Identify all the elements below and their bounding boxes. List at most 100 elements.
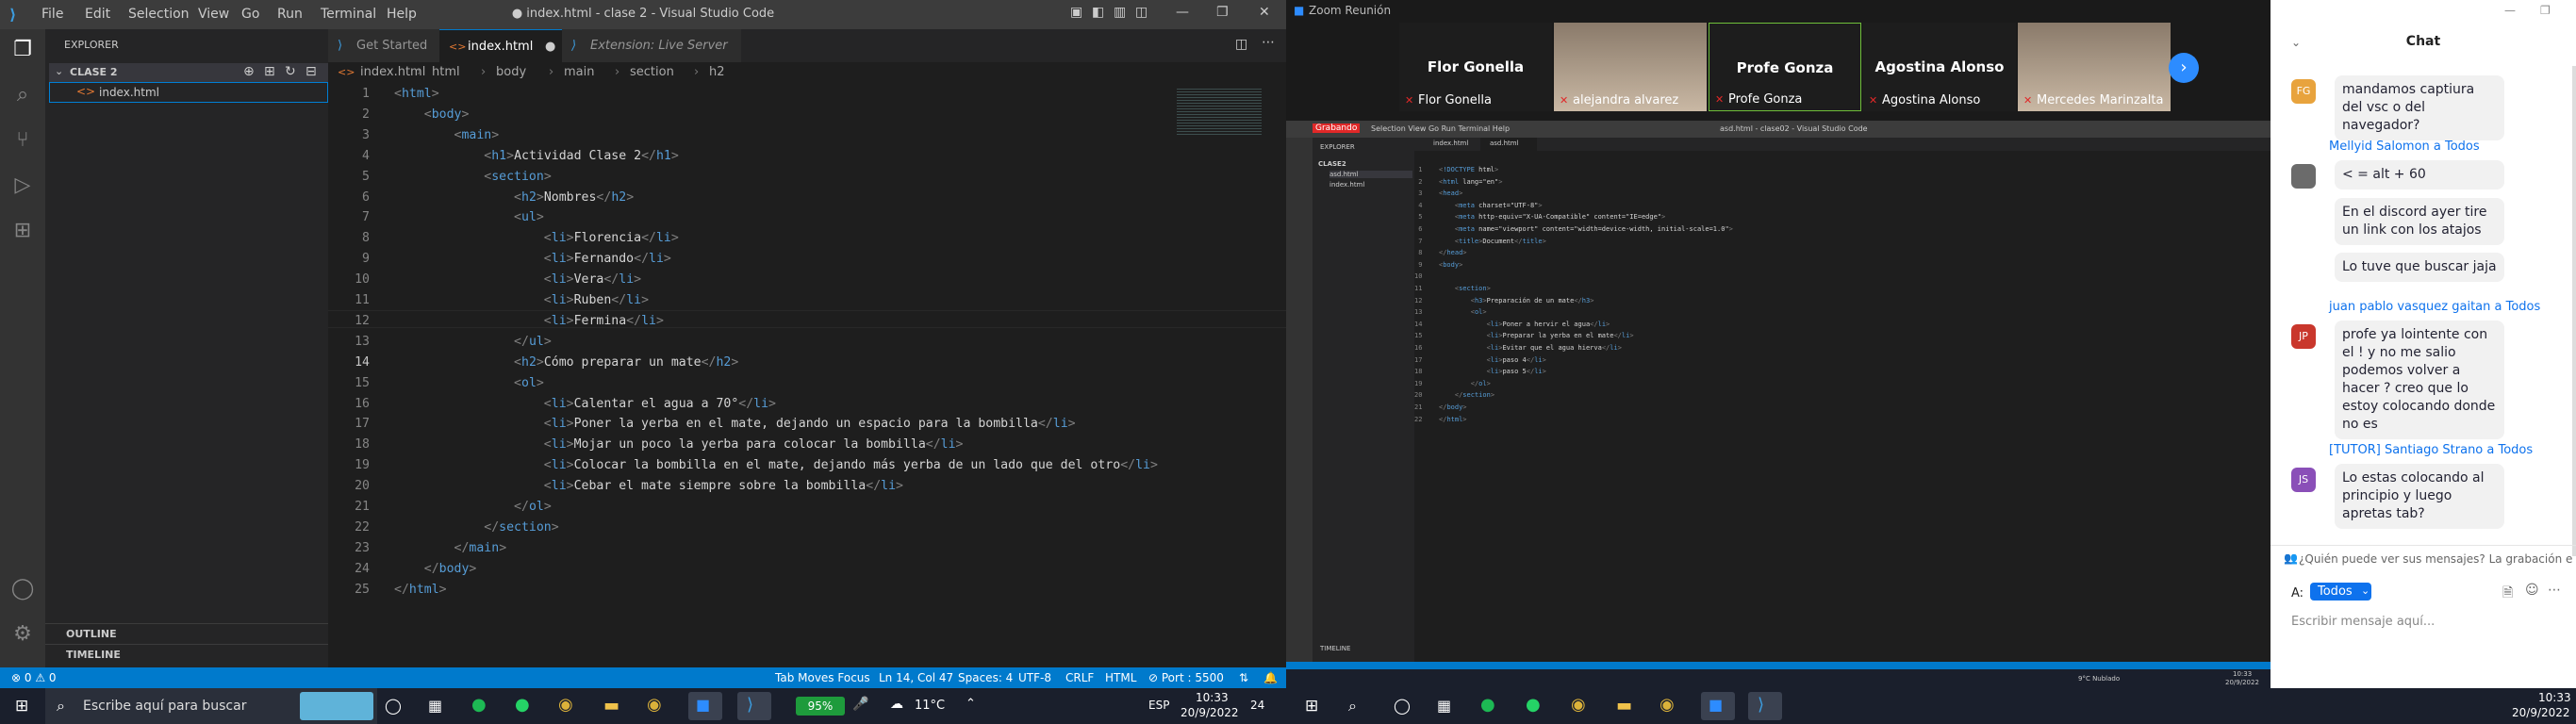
- settings-gear-icon[interactable]: ⚙: [9, 621, 36, 648]
- more-options-icon[interactable]: ⋯: [2548, 583, 2561, 598]
- battery-indicator[interactable]: 95%: [796, 697, 845, 716]
- language-indicator[interactable]: ESP: [1148, 699, 1169, 712]
- emoji-icon[interactable]: ☺: [2525, 583, 2539, 598]
- task-view-icon[interactable]: ◯: [1394, 697, 1411, 715]
- code-line[interactable]: <li>Cebar el mate siempre sobre la bombi…: [394, 479, 903, 493]
- search-icon[interactable]: ⌕: [1348, 697, 1357, 716]
- code-line[interactable]: <li>Vera</li>: [394, 272, 641, 287]
- code-line[interactable]: <h2>Nombres</h2>: [394, 190, 634, 205]
- code-line[interactable]: </section>: [394, 520, 558, 535]
- chrome-icon[interactable]: ◉: [1571, 695, 1586, 715]
- file-explorer-icon[interactable]: ▬: [603, 696, 619, 716]
- layout-icon[interactable]: ▣: [1070, 5, 1082, 20]
- chat-message[interactable]: mandamos captiura del vsc o del navegado…: [2335, 75, 2504, 140]
- taskbar-search[interactable]: ⌕ Escribe aquí para buscar: [45, 688, 377, 724]
- participant-tile[interactable]: ✕ Mercedes Marinzalta: [2018, 23, 2171, 111]
- source-control-icon[interactable]: ⑂: [9, 127, 36, 154]
- file-share-icon[interactable]: 🗎: [2502, 583, 2513, 605]
- outline-section[interactable]: OUTLINE: [45, 623, 328, 644]
- split-editor-icon[interactable]: ◫: [1235, 37, 1247, 52]
- code-line[interactable]: </ul>: [394, 335, 552, 349]
- layout-icon-4[interactable]: ◫: [1135, 5, 1148, 20]
- vscode-taskbar-button[interactable]: [737, 692, 771, 720]
- feedback-icon[interactable]: ⇅: [1239, 667, 1248, 688]
- new-folder-icon[interactable]: ⊞: [264, 64, 275, 79]
- code-line[interactable]: <section>: [394, 170, 551, 184]
- clock-time[interactable]: 10:33: [2538, 691, 2571, 704]
- close-icon[interactable]: ✕: [1259, 5, 1270, 20]
- code-line[interactable]: <main>: [394, 128, 500, 142]
- layout-icon-2[interactable]: ◧: [1092, 5, 1104, 20]
- search-icon[interactable]: ⌕: [9, 82, 36, 108]
- code-line[interactable]: <li>Poner la yerba en el mate, dejando u…: [394, 417, 1076, 431]
- code-line[interactable]: <li>Fermina</li>: [394, 314, 664, 328]
- whatsapp-icon[interactable]: ●: [1526, 695, 1541, 715]
- new-file-icon[interactable]: ⊕: [243, 64, 255, 79]
- chat-message[interactable]: profe ya lointente con el ! y no me sali…: [2335, 321, 2504, 439]
- spotify-icon[interactable]: ●: [1480, 695, 1495, 715]
- account-icon[interactable]: ◯: [9, 576, 36, 602]
- encoding[interactable]: UTF-8: [1018, 667, 1051, 688]
- clock-date[interactable]: 20/9/2022: [1181, 706, 1239, 719]
- eol[interactable]: CRLF: [1065, 667, 1094, 688]
- code-line[interactable]: <ol>: [394, 376, 544, 390]
- language-mode[interactable]: HTML: [1105, 667, 1136, 688]
- code-line[interactable]: <h2>Cómo preparar un mate</h2>: [394, 355, 738, 370]
- tab-get-started[interactable]: ⟩ Get Started: [328, 29, 439, 62]
- participant-tile[interactable]: Profe Gonza ✕ Profe Gonza: [1709, 23, 1861, 111]
- participant-tile[interactable]: Agostina Alonso ✕ Agostina Alonso: [1863, 23, 2016, 111]
- chrome-icon[interactable]: ◉: [558, 695, 573, 715]
- restore-icon[interactable]: ❐: [2540, 4, 2551, 17]
- weather-temp[interactable]: 11°C: [915, 699, 945, 713]
- chat-message[interactable]: En el discord ayer tire un link con los …: [2335, 198, 2504, 245]
- code-line[interactable]: <li>Colocar la bombilla en el mate, deja…: [394, 458, 1158, 472]
- recording-indicator[interactable]: Grabando: [1313, 123, 1361, 133]
- notification-count[interactable]: 24: [1250, 699, 1264, 712]
- cursor-position[interactable]: Ln 14, Col 47: [879, 667, 953, 688]
- breadcrumb-section[interactable]: section: [630, 62, 674, 83]
- code-line[interactable]: <li>Florencia</li>: [394, 231, 679, 245]
- timeline-section[interactable]: TIMELINE: [45, 644, 328, 665]
- file-item[interactable]: <> index.html: [49, 82, 328, 103]
- minimize-icon[interactable]: —: [1176, 5, 1189, 20]
- code-line[interactable]: <li>Calentar el agua a 70°</li>: [394, 397, 776, 411]
- whatsapp-icon[interactable]: ●: [515, 695, 530, 715]
- code-line[interactable]: </ol>: [394, 500, 552, 514]
- tab-index-html[interactable]: <> index.html ●: [439, 29, 562, 62]
- clock-time[interactable]: 10:33: [1196, 691, 1229, 704]
- more-actions-icon[interactable]: ⋯: [1262, 35, 1275, 50]
- windows-start-icon[interactable]: ⊞: [15, 697, 28, 716]
- clock-date[interactable]: 20/9/2022: [2512, 706, 2570, 719]
- chat-message[interactable]: Lo tuve que buscar jaja: [2335, 253, 2504, 282]
- explorer-icon[interactable]: ❐: [9, 37, 36, 63]
- widgets-icon[interactable]: ▦: [428, 697, 442, 715]
- collapse-icon[interactable]: ⊟: [305, 64, 317, 79]
- task-view-icon[interactable]: ◯: [385, 697, 402, 715]
- chat-input[interactable]: Escribir mensaje aquí...: [2291, 615, 2435, 629]
- unsaved-dot-icon[interactable]: ●: [545, 30, 555, 63]
- folder-header[interactable]: ⌄ CLASE 2 ⊕ ⊞ ↻ ⊟: [49, 63, 328, 82]
- code-line[interactable]: </main>: [394, 541, 507, 555]
- code-editor[interactable]: 1 <html> 2 <body> 3 <main> 4 <h1>Actividad C…: [328, 83, 1286, 667]
- restore-icon[interactable]: ❐: [1216, 5, 1229, 20]
- minimize-icon[interactable]: —: [2504, 4, 2516, 17]
- minimap[interactable]: [1177, 89, 1262, 136]
- next-participants-button[interactable]: ›: [2169, 53, 2199, 83]
- spotify-icon[interactable]: ●: [471, 695, 487, 715]
- code-line[interactable]: <li>Fernando</li>: [394, 252, 671, 266]
- extensions-icon[interactable]: ⊞: [9, 218, 36, 244]
- chevron-up-icon[interactable]: ⌃: [966, 697, 976, 711]
- code-line[interactable]: </body>: [394, 562, 477, 576]
- tab-live-server[interactable]: ⟩ Extension: Live Server: [562, 29, 741, 62]
- participant-tile[interactable]: ✕ alejandra alvarez: [1554, 23, 1707, 111]
- widgets-icon[interactable]: ▦: [1437, 697, 1451, 715]
- chat-message[interactable]: Lo estas colocando al principio y luego …: [2335, 464, 2504, 529]
- code-line[interactable]: <h1>Actividad Clase 2</h1>: [394, 149, 679, 163]
- chrome-icon-2[interactable]: ◉: [647, 695, 662, 715]
- chat-message[interactable]: < = alt + 60: [2335, 160, 2504, 189]
- code-line[interactable]: <body>: [394, 107, 470, 122]
- chat-scrollbar[interactable]: [2572, 66, 2576, 556]
- code-line[interactable]: <ul>: [394, 210, 544, 224]
- code-line[interactable]: </html>: [394, 583, 447, 597]
- live-server-port[interactable]: ⊘ Port : 5500: [1148, 667, 1224, 688]
